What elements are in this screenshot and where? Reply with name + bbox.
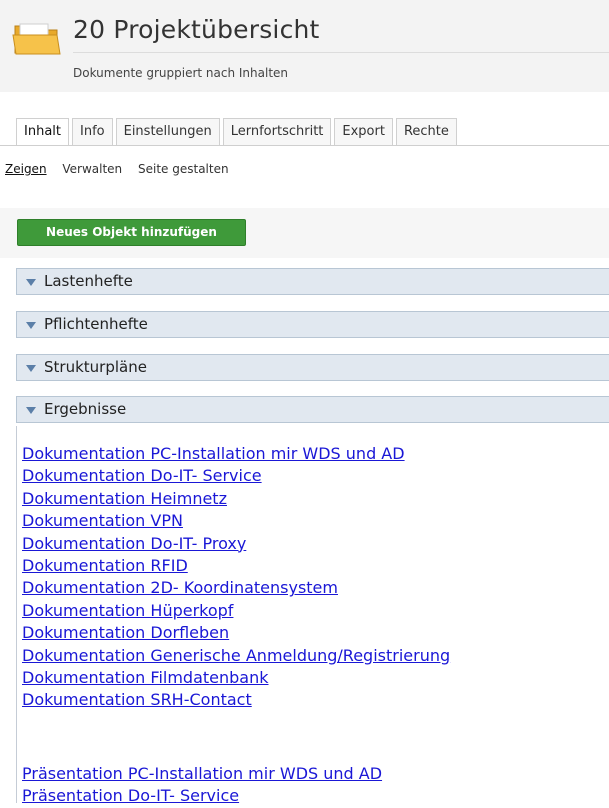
presentation-link-list: Präsentation PC-Installation mir WDS und… <box>22 763 382 808</box>
block-lastenhefte[interactable]: Lastenhefte <box>16 268 609 295</box>
doc-link[interactable]: Dokumentation Do-IT- Service <box>22 465 450 487</box>
block-strukturplaene[interactable]: Strukturpläne <box>16 354 609 381</box>
collapse-arrow-icon <box>26 407 36 414</box>
collapse-arrow-icon <box>26 279 36 286</box>
doc-link[interactable]: Dokumentation Filmdatenbank <box>22 667 450 689</box>
subtab-zeigen[interactable]: Zeigen <box>5 162 47 176</box>
tab-inhalt[interactable]: Inhalt <box>16 118 69 145</box>
doc-link[interactable]: Dokumentation PC-Installation mir WDS un… <box>22 443 450 465</box>
add-object-button[interactable]: Neues Objekt hinzufügen <box>17 219 246 246</box>
doc-link[interactable]: Dokumentation 2D- Koordinatensystem <box>22 577 450 599</box>
subtab-seite-gestalten[interactable]: Seite gestalten <box>138 162 229 176</box>
doc-link[interactable]: Dokumentation VPN <box>22 510 450 532</box>
block-title: Ergebnisse <box>44 400 127 418</box>
subtab-verwalten[interactable]: Verwalten <box>62 162 122 176</box>
page-subtitle: Dokumente gruppiert nach Inhalten <box>73 66 289 80</box>
doc-link[interactable]: Dokumentation SRH-Contact <box>22 689 450 711</box>
doc-link[interactable]: Dokumentation Do-IT- Proxy <box>22 533 450 555</box>
tab-lernfortschritt[interactable]: Lernfortschritt <box>222 118 332 145</box>
doc-link[interactable]: Dokumentation Hüperkopf <box>22 600 450 622</box>
collapse-arrow-icon <box>26 365 36 372</box>
doc-link[interactable]: Dokumentation RFID <box>22 555 450 577</box>
presentation-link[interactable]: Präsentation PC-Installation mir WDS und… <box>22 763 382 785</box>
doc-link[interactable]: Dokumentation Heimnetz <box>22 488 450 510</box>
page-title: 20 Projektübersicht <box>73 15 320 44</box>
tab-bar: Inhalt Info Einstellungen Lernfortschrit… <box>16 118 457 145</box>
tab-rechte[interactable]: Rechte <box>395 118 457 145</box>
block-title: Pflichtenhefte <box>44 315 148 333</box>
tab-einstellungen[interactable]: Einstellungen <box>115 118 220 145</box>
presentation-link[interactable]: Präsentation Do-IT- Service <box>22 785 382 807</box>
doc-link[interactable]: Dokumentation Generische Anmeldung/Regis… <box>22 645 450 667</box>
block-pflichtenhefte[interactable]: Pflichtenhefte <box>16 311 609 338</box>
collapse-arrow-icon <box>26 322 36 329</box>
block-title: Strukturpläne <box>44 358 147 376</box>
block-ergebnisse[interactable]: Ergebnisse <box>16 396 609 423</box>
folder-icon <box>12 23 61 55</box>
block-title: Lastenhefte <box>44 272 133 290</box>
title-divider <box>73 52 609 53</box>
results-border <box>16 426 17 803</box>
tab-divider <box>0 145 609 146</box>
tab-info[interactable]: Info <box>72 118 113 145</box>
doc-link[interactable]: Dokumentation Dorfleben <box>22 622 450 644</box>
subtab-bar: Zeigen Verwalten Seite gestalten <box>5 162 241 176</box>
tab-export[interactable]: Export <box>334 118 393 145</box>
documentation-link-list: Dokumentation PC-Installation mir WDS un… <box>22 443 450 712</box>
